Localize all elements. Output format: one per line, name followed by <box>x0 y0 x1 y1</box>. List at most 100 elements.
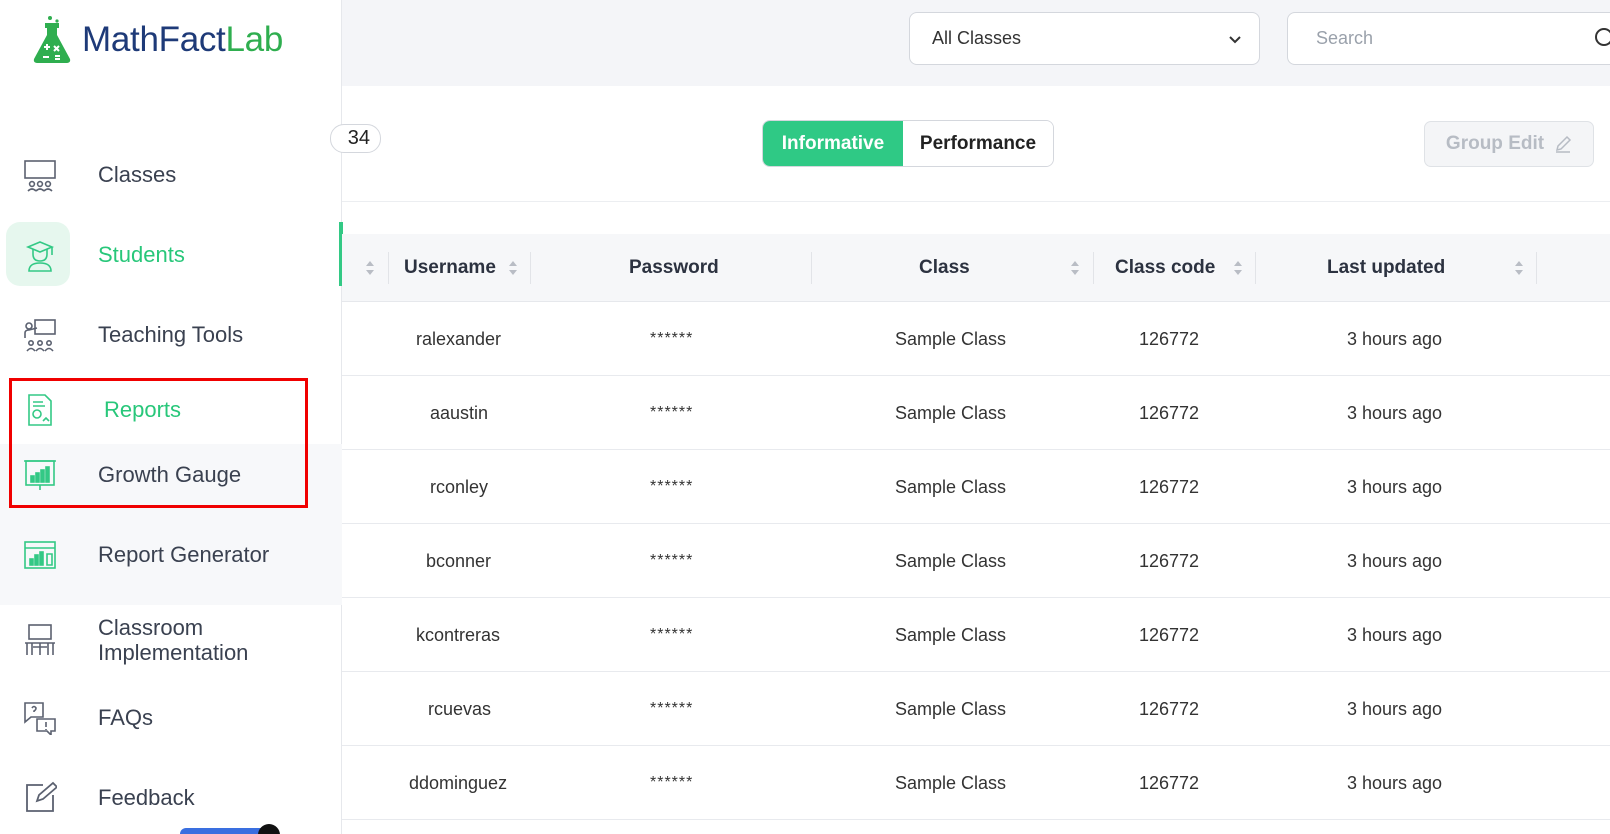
classroom-icon <box>20 155 60 195</box>
group-edit-button[interactable]: Group Edit <box>1424 121 1594 167</box>
cell-password: ****** <box>650 330 694 347</box>
cell-class: Sample Class <box>895 772 1007 793</box>
student-count-badge: 34 <box>330 124 381 153</box>
tab-performance[interactable]: Performance <box>903 121 1053 166</box>
sidebar-item-label: Report Generator <box>98 542 270 567</box>
logo-text-lab: Lab <box>225 20 283 59</box>
sidebar-item-feedback[interactable]: Feedback <box>0 773 342 823</box>
column-header-password: Password <box>629 257 719 278</box>
table-row[interactable]: bconner ****** Sample Class 126772 3 hou… <box>342 524 1610 598</box>
cell-username: kcontreras <box>416 624 501 645</box>
search-input[interactable]: Search <box>1287 12 1610 65</box>
graduate-student-icon <box>20 235 60 275</box>
sidebar-item-label: Classroom Implementation <box>98 615 249 665</box>
faq-chat-icon <box>20 698 60 738</box>
sidebar-item-teaching-tools[interactable]: Teaching Tools <box>0 310 342 360</box>
cell-username: aaustin <box>430 402 489 423</box>
cell-username: rconley <box>430 476 489 497</box>
cell-password: ****** <box>650 552 694 569</box>
cell-class: Sample Class <box>895 698 1007 719</box>
cell-password: ****** <box>650 404 694 421</box>
sort-icon[interactable] <box>364 258 376 278</box>
floating-widget-dot[interactable] <box>258 824 280 834</box>
sidebar-item-label: FAQs <box>98 705 154 730</box>
sidebar-item-label: Classes <box>98 162 177 187</box>
logo-text-math: MathFact <box>82 20 226 59</box>
cell-class-code: 126772 <box>1139 476 1200 497</box>
cell-password: ****** <box>650 774 694 791</box>
pencil-icon <box>1556 135 1572 153</box>
sidebar-item-classes[interactable]: Classes <box>0 150 342 200</box>
column-separator <box>530 252 531 284</box>
class-select[interactable]: All Classes <box>909 12 1260 65</box>
column-header-last-updated[interactable]: Last updated <box>1327 234 1445 302</box>
cell-username: ddominguez <box>409 772 508 793</box>
cell-class-code: 126772 <box>1139 698 1200 719</box>
edit-pencil-icon <box>20 778 60 818</box>
group-edit-label: Group Edit <box>1445 133 1545 154</box>
sidebar-item-students[interactable]: Students <box>0 230 342 280</box>
sort-icon[interactable] <box>1069 258 1081 278</box>
column-header-class[interactable]: Class <box>919 234 970 302</box>
cell-password: ****** <box>650 700 694 717</box>
column-separator <box>1255 252 1256 284</box>
cell-last-updated: 3 hours ago <box>1347 550 1443 571</box>
sort-icon[interactable] <box>1513 258 1525 278</box>
cell-username: rcuevas <box>428 698 492 719</box>
report-generator-icon <box>20 535 60 575</box>
classroom-implementation-icon <box>20 620 60 660</box>
cell-class: Sample Class <box>895 476 1007 497</box>
cell-password: ****** <box>650 478 694 495</box>
sidebar-item-report-generator[interactable]: Report Generator <box>0 530 342 580</box>
cell-last-updated: 3 hours ago <box>1347 476 1443 497</box>
table-row[interactable]: rconley ****** Sample Class 126772 3 hou… <box>342 450 1610 524</box>
view-toggle: Informative Performance <box>762 120 1054 167</box>
cell-class-code: 126772 <box>1139 772 1200 793</box>
tab-informative[interactable]: Informative <box>763 121 903 166</box>
cell-class: Sample Class <box>895 328 1007 349</box>
cell-class: Sample Class <box>895 624 1007 645</box>
table-row[interactable]: ddominguez ****** Sample Class 126772 3 … <box>342 746 1610 820</box>
cell-username: bconner <box>426 550 492 571</box>
chevron-down-icon <box>1229 36 1241 44</box>
table-row[interactable]: ralexander ****** Sample Class 126772 3 … <box>342 302 1610 376</box>
cell-last-updated: 3 hours ago <box>1347 624 1443 645</box>
cell-class-code: 126772 <box>1139 624 1200 645</box>
cell-class: Sample Class <box>895 550 1007 571</box>
sort-icon[interactable] <box>1232 258 1244 278</box>
cell-class-code: 126772 <box>1139 402 1200 423</box>
highlight-box <box>9 378 308 508</box>
cell-username: ralexander <box>416 328 502 349</box>
table-row[interactable]: rcuevas ****** Sample Class 126772 3 hou… <box>342 672 1610 746</box>
toolbar-divider <box>342 201 1610 202</box>
sidebar-item-label: Teaching Tools <box>98 322 244 347</box>
column-separator <box>1093 252 1094 284</box>
floating-widget-pill[interactable] <box>180 828 270 834</box>
cell-class: Sample Class <box>895 402 1007 423</box>
cell-last-updated: 3 hours ago <box>1347 698 1443 719</box>
sidebar-item-faqs[interactable]: FAQs <box>0 693 342 743</box>
flask-icon <box>33 16 71 63</box>
sidebar-item-label: Students <box>98 242 185 267</box>
sidebar-item-label: Feedback <box>98 785 195 810</box>
table-row[interactable]: kcontreras ****** Sample Class 126772 3 … <box>342 598 1610 672</box>
cell-class-code: 126772 <box>1139 550 1200 571</box>
class-select-value: All Classes <box>932 28 1022 48</box>
column-header-class-code[interactable]: Class code <box>1115 234 1215 302</box>
search-placeholder: Search <box>1316 28 1374 48</box>
teaching-tools-icon <box>20 315 60 355</box>
column-separator <box>811 252 812 284</box>
sort-icon[interactable] <box>507 258 519 278</box>
cell-password: ****** <box>650 626 694 643</box>
table-row[interactable]: aaustin ****** Sample Class 126772 3 hou… <box>342 376 1610 450</box>
cell-class-code: 126772 <box>1139 328 1200 349</box>
sidebar-item-classroom-implementation[interactable]: Classroom Implementation <box>0 610 342 670</box>
app-logo[interactable]: MathFactLab <box>30 12 283 68</box>
cell-last-updated: 3 hours ago <box>1347 772 1443 793</box>
column-separator <box>1536 252 1537 284</box>
cell-last-updated: 3 hours ago <box>1347 402 1443 423</box>
table-header: Username Password Class Class code Last … <box>342 234 1610 302</box>
search-icon[interactable] <box>1593 26 1610 52</box>
column-header-username[interactable]: Username <box>404 234 496 302</box>
column-separator <box>388 252 389 284</box>
